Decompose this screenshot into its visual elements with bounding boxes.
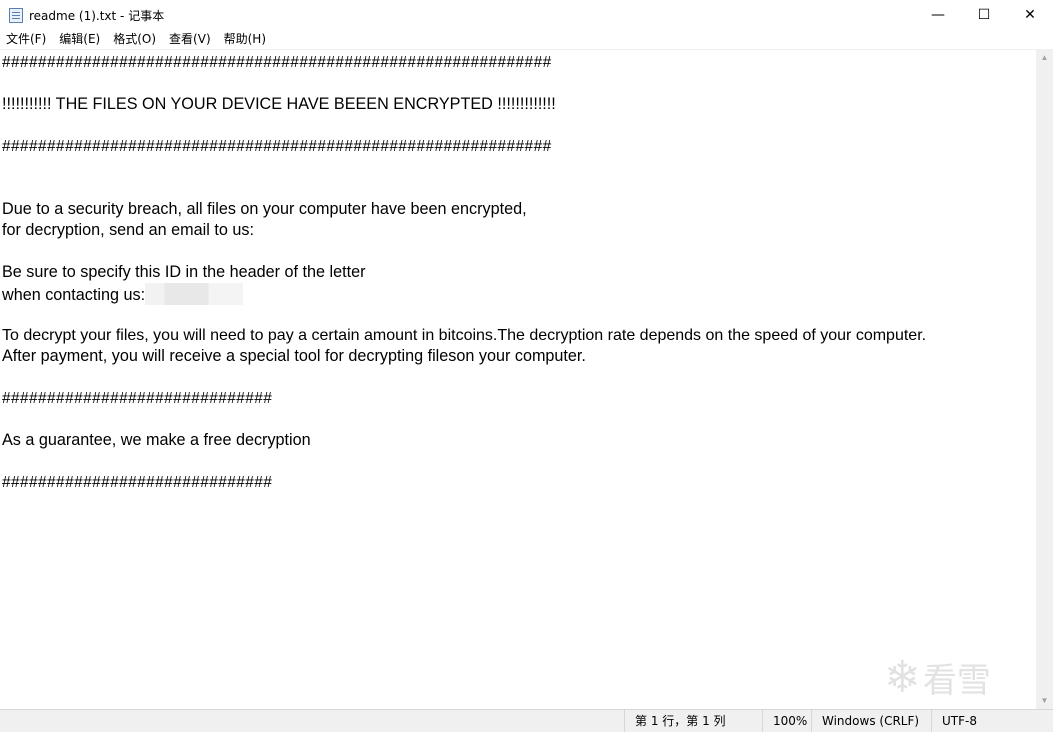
ransom-headline: !!!!!!!!!!! THE FILES ON YOUR DEVICE HAV… (2, 95, 556, 113)
text-line: Be sure to specify this ID in the header… (2, 263, 366, 281)
text-line: Due to a security breach, all files on y… (2, 200, 527, 218)
id-line: when contacting us: (2, 283, 244, 306)
hash-divider: ############################## (2, 390, 273, 407)
scroll-up-icon[interactable]: ▲ (1036, 49, 1053, 66)
watermark: ❄ 看雪 (884, 652, 991, 703)
maximize-button[interactable]: ☐ (961, 0, 1007, 30)
snowflake-icon: ❄ (884, 652, 921, 703)
text-line: for decryption, send an email to us: (2, 221, 254, 239)
notepad-icon (9, 7, 23, 23)
menu-edit[interactable]: 编辑(E) (53, 30, 107, 49)
menu-help[interactable]: 帮助(H) (218, 30, 273, 49)
text-line: when contacting us: (2, 286, 146, 304)
watermark-text: 看雪 (922, 661, 991, 701)
cursor-position: 第 1 行，第 1 列 (624, 710, 761, 732)
caption-buttons: — ☐ ✕ (915, 0, 1053, 30)
close-button[interactable]: ✕ (1007, 0, 1053, 30)
text-line: After payment, you will receive a specia… (2, 347, 586, 365)
encoding: UTF-8 (931, 710, 1047, 732)
hash-divider: ########################################… (2, 54, 552, 71)
text-line: To decrypt your files, you will need to … (2, 327, 927, 344)
menu-format[interactable]: 格式(O) (107, 30, 163, 49)
text-editor[interactable]: ############################## ##########… (0, 49, 1036, 710)
vertical-scrollbar[interactable]: ▲ ▼ (1036, 49, 1053, 709)
hash-divider: ########################################… (2, 138, 552, 155)
text-line: As a guarantee, we make a free decryptio… (2, 431, 311, 449)
line-ending: Windows (CRLF) (811, 710, 930, 732)
minimize-button[interactable]: — (915, 0, 961, 30)
menu-bar: 文件(F) 编辑(E) 格式(O) 查看(V) 帮助(H) (0, 30, 1053, 49)
status-bar: 第 1 行，第 1 列 100% Windows (CRLF) UTF-8 (0, 709, 1053, 732)
scroll-down-icon[interactable]: ▼ (1036, 692, 1053, 709)
title-bar: readme (1).txt - 记事本 — ☐ ✕ (0, 0, 1053, 30)
window-title: readme (1).txt - 记事本 (29, 8, 165, 23)
menu-file[interactable]: 文件(F) (0, 30, 53, 49)
redacted-id (145, 283, 244, 305)
menu-view[interactable]: 查看(V) (163, 30, 218, 49)
hash-divider: ############################## (2, 474, 273, 491)
